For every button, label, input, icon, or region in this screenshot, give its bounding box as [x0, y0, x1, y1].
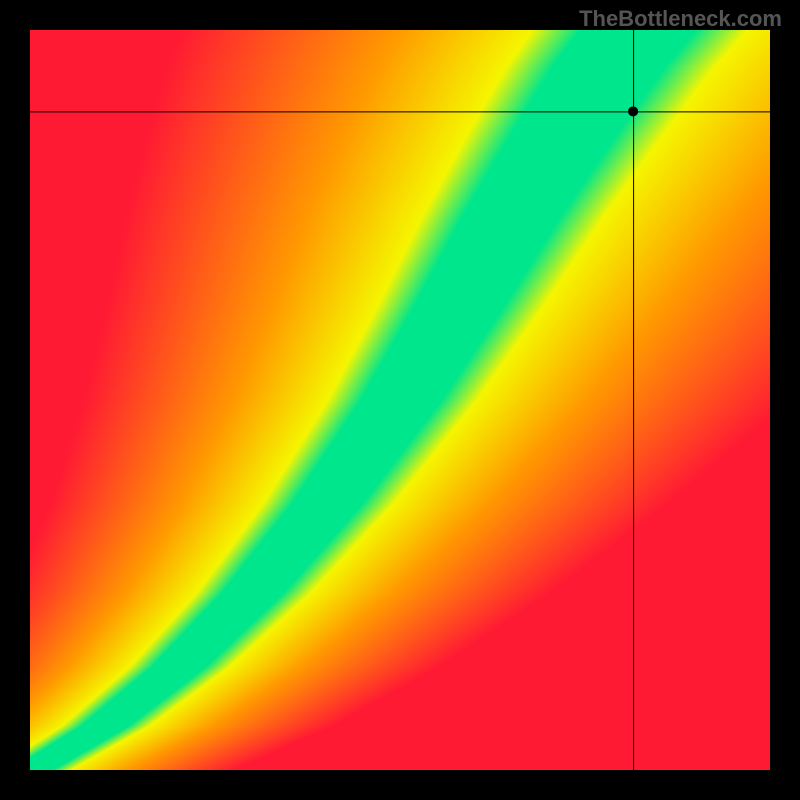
- heatmap-chart: [30, 30, 770, 770]
- heatmap-canvas: [30, 30, 770, 770]
- watermark-text: TheBottleneck.com: [579, 6, 782, 32]
